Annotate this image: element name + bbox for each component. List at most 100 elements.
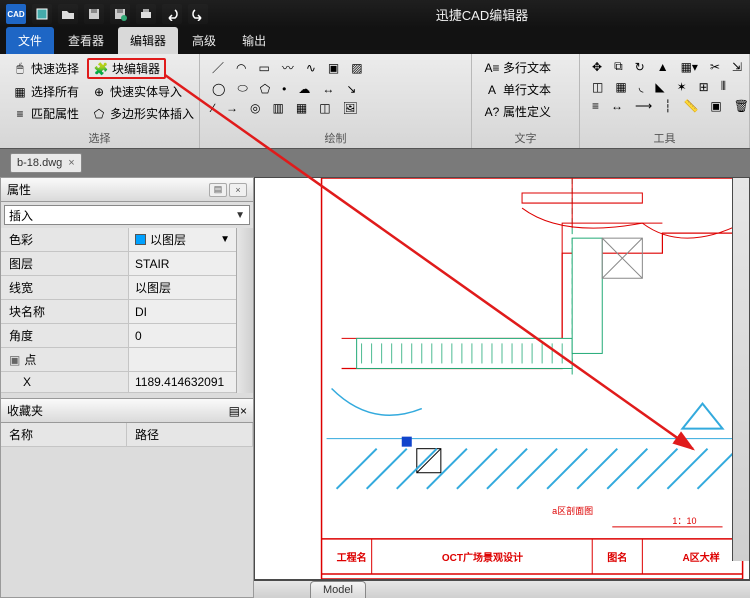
attdef-button[interactable]: A?属性定义 xyxy=(480,102,555,121)
fav-col-name[interactable]: 名称 xyxy=(1,423,127,446)
new-file-icon[interactable] xyxy=(32,4,52,24)
extend-tool-icon[interactable]: ⇲ xyxy=(728,59,746,75)
panel-pin-icon[interactable]: ▤ xyxy=(209,183,227,197)
ribbon-group-tools: ✥ ⧉ ↻ ▲ ▦▾ ✂ ⇲ ◫ ▦ ◟ ◣ ✶ ⊞ ⦀ ≡ ↔ ⟶ ┆ xyxy=(580,54,750,148)
favorites-panel-header: 收藏夹 ▤× xyxy=(1,398,253,423)
explode-tool-icon[interactable]: ✶ xyxy=(673,79,691,95)
group-draw-label: 绘制 xyxy=(208,128,463,146)
mirror-tool-icon[interactable]: ▲ xyxy=(653,59,673,75)
offset-tool-icon[interactable]: ◫ xyxy=(588,79,607,95)
scale-tool-icon[interactable]: ▦▾ xyxy=(677,59,702,75)
rect-tool-icon[interactable]: ▭ xyxy=(255,60,274,76)
block-tool-icon[interactable]: ◫ xyxy=(315,100,334,116)
measure-tool-icon[interactable]: 📏 xyxy=(679,98,702,114)
group-select-label: 选择 xyxy=(8,128,191,146)
image-tool-icon[interactable]: 🖼 xyxy=(339,100,362,116)
close-doc-icon[interactable]: × xyxy=(68,157,74,169)
xline-tool-icon[interactable]: ∕ xyxy=(208,100,218,116)
redo-icon[interactable] xyxy=(188,4,208,24)
group-text-label: 文字 xyxy=(480,128,571,146)
rotate-tool-icon[interactable]: ↻ xyxy=(631,59,649,75)
divide-tool-icon[interactable]: ┆ xyxy=(660,98,675,114)
model-tab[interactable]: Model xyxy=(310,581,366,598)
arc-tool-icon[interactable]: ◠ xyxy=(232,60,250,76)
table-tool-icon[interactable]: ▦ xyxy=(292,100,311,116)
fillet-tool-icon[interactable]: ◟ xyxy=(635,79,648,95)
app-logo-icon[interactable]: CAD xyxy=(6,4,26,24)
favorites-columns: 名称 路径 xyxy=(1,423,253,447)
tab-viewer[interactable]: 查看器 xyxy=(56,27,116,54)
stretch-tool-icon[interactable]: ↔ xyxy=(607,98,627,114)
panel-pin-icon[interactable]: ▤ xyxy=(229,404,240,418)
chevron-down-icon: ▼ xyxy=(235,210,245,221)
select-all-icon: ▦ xyxy=(12,84,28,100)
stext-button[interactable]: A单行文本 xyxy=(480,80,555,99)
hatch-tool-icon[interactable]: ▨ xyxy=(347,60,366,76)
document-tab[interactable]: b-18.dwg × xyxy=(10,153,82,173)
ellipse-tool-icon[interactable]: ⬭ xyxy=(233,80,251,97)
chevron-down-icon: ▼ xyxy=(220,234,230,245)
align-tool-icon[interactable]: ≡ xyxy=(588,98,603,114)
line-tool-icon[interactable]: ／ xyxy=(208,58,228,77)
tab-editor[interactable]: 编辑器 xyxy=(118,27,178,54)
leader-tool-icon[interactable]: ↘ xyxy=(342,81,360,97)
wipeout-tool-icon[interactable]: ▥ xyxy=(269,100,288,116)
array-tool-icon[interactable]: ▦ xyxy=(611,79,630,95)
lengthen-tool-icon[interactable]: ⟶ xyxy=(631,98,656,114)
attdef-label: 属性定义 xyxy=(503,103,551,120)
polygon-entity-insert-button[interactable]: ⬠多边形实体插入 xyxy=(87,104,198,123)
panel-close-icon[interactable]: × xyxy=(229,183,247,197)
block-editor-button[interactable]: 🧩块编辑器 xyxy=(87,58,166,79)
open-file-icon[interactable] xyxy=(58,4,78,24)
copy-tool-icon[interactable]: ⧉ xyxy=(610,58,627,75)
prop-row-lineweight[interactable]: 线宽以图层 xyxy=(1,276,236,300)
insert-combo[interactable]: 插入 ▼ xyxy=(4,205,250,225)
panel-close-icon[interactable]: × xyxy=(240,404,247,418)
prop-row-blockname[interactable]: 块名称DI xyxy=(1,300,236,324)
prop-row-color[interactable]: 色彩 以图层▼ xyxy=(1,228,236,252)
fav-col-path[interactable]: 路径 xyxy=(127,423,253,446)
section-label: a区剖面图 xyxy=(552,505,593,516)
cloud-tool-icon[interactable]: ☁ xyxy=(294,81,314,97)
select-all-button[interactable]: ▦选择所有 xyxy=(8,82,83,101)
polyline-tool-icon[interactable]: 〰 xyxy=(278,58,298,77)
ribbon: 🖱快速选择 🧩块编辑器 ▦选择所有 ⊕快速实体导入 ≡匹配属性 ⬠多边形实体插入… xyxy=(0,54,750,149)
polygon-tool-icon[interactable]: ⬠ xyxy=(256,81,274,97)
point-tool-icon[interactable]: • xyxy=(278,81,290,97)
tab-file[interactable]: 文件 xyxy=(6,27,54,54)
favorites-title: 收藏夹 xyxy=(7,402,43,419)
quick-select-button[interactable]: 🖱快速选择 xyxy=(8,59,83,78)
cursor-icon: 🖱 xyxy=(12,61,28,77)
properties-scrollbar[interactable] xyxy=(236,228,253,393)
save-as-icon[interactable] xyxy=(110,4,130,24)
spline-tool-icon[interactable]: ∿ xyxy=(302,60,320,76)
tab-output[interactable]: 输出 xyxy=(230,27,278,54)
mtext-icon: A≡ xyxy=(484,60,500,76)
prop-row-x[interactable]: X1189.414632091 xyxy=(1,372,236,393)
region-tool-icon[interactable]: ▣ xyxy=(324,60,343,76)
circle-tool-icon[interactable]: ◯ xyxy=(208,81,229,97)
match-props-button[interactable]: ≡匹配属性 xyxy=(8,104,83,123)
chamfer-tool-icon[interactable]: ◣ xyxy=(651,79,668,95)
dim-tool-icon[interactable]: ↔ xyxy=(318,81,338,97)
join-tool-icon[interactable]: ⊞ xyxy=(695,79,713,95)
tab-advanced[interactable]: 高级 xyxy=(180,27,228,54)
trim-tool-icon[interactable]: ✂ xyxy=(706,59,724,75)
save-file-icon[interactable] xyxy=(84,4,104,24)
content-area: b-18.dwg × 属性 ▤× 插入 ▼ 色彩 以图层▼ 图层STAIR 线宽… xyxy=(0,149,750,598)
mtext-button[interactable]: A≡多行文本 xyxy=(480,58,555,77)
ray-tool-icon[interactable]: → xyxy=(222,100,242,116)
prop-row-angle[interactable]: 角度0 xyxy=(1,324,236,348)
group-tool-icon[interactable]: ▣ xyxy=(706,98,725,114)
drawing-canvas[interactable]: a区剖面图 1：10 工程名 OCT广场景观设计 图名 A区大样 xyxy=(254,177,750,580)
purge-tool-icon[interactable]: 🗑 xyxy=(730,98,750,114)
print-icon[interactable] xyxy=(136,4,156,24)
prop-row-layer[interactable]: 图层STAIR xyxy=(1,252,236,276)
canvas-vertical-scrollbar[interactable] xyxy=(732,178,749,561)
undo-icon[interactable] xyxy=(162,4,182,24)
donut-tool-icon[interactable]: ◎ xyxy=(246,100,264,116)
quick-entity-import-button[interactable]: ⊕快速实体导入 xyxy=(87,82,186,101)
prop-row-point[interactable]: ▣点 xyxy=(1,348,236,372)
break-tool-icon[interactable]: ⦀ xyxy=(717,78,730,95)
move-tool-icon[interactable]: ✥ xyxy=(588,59,606,75)
